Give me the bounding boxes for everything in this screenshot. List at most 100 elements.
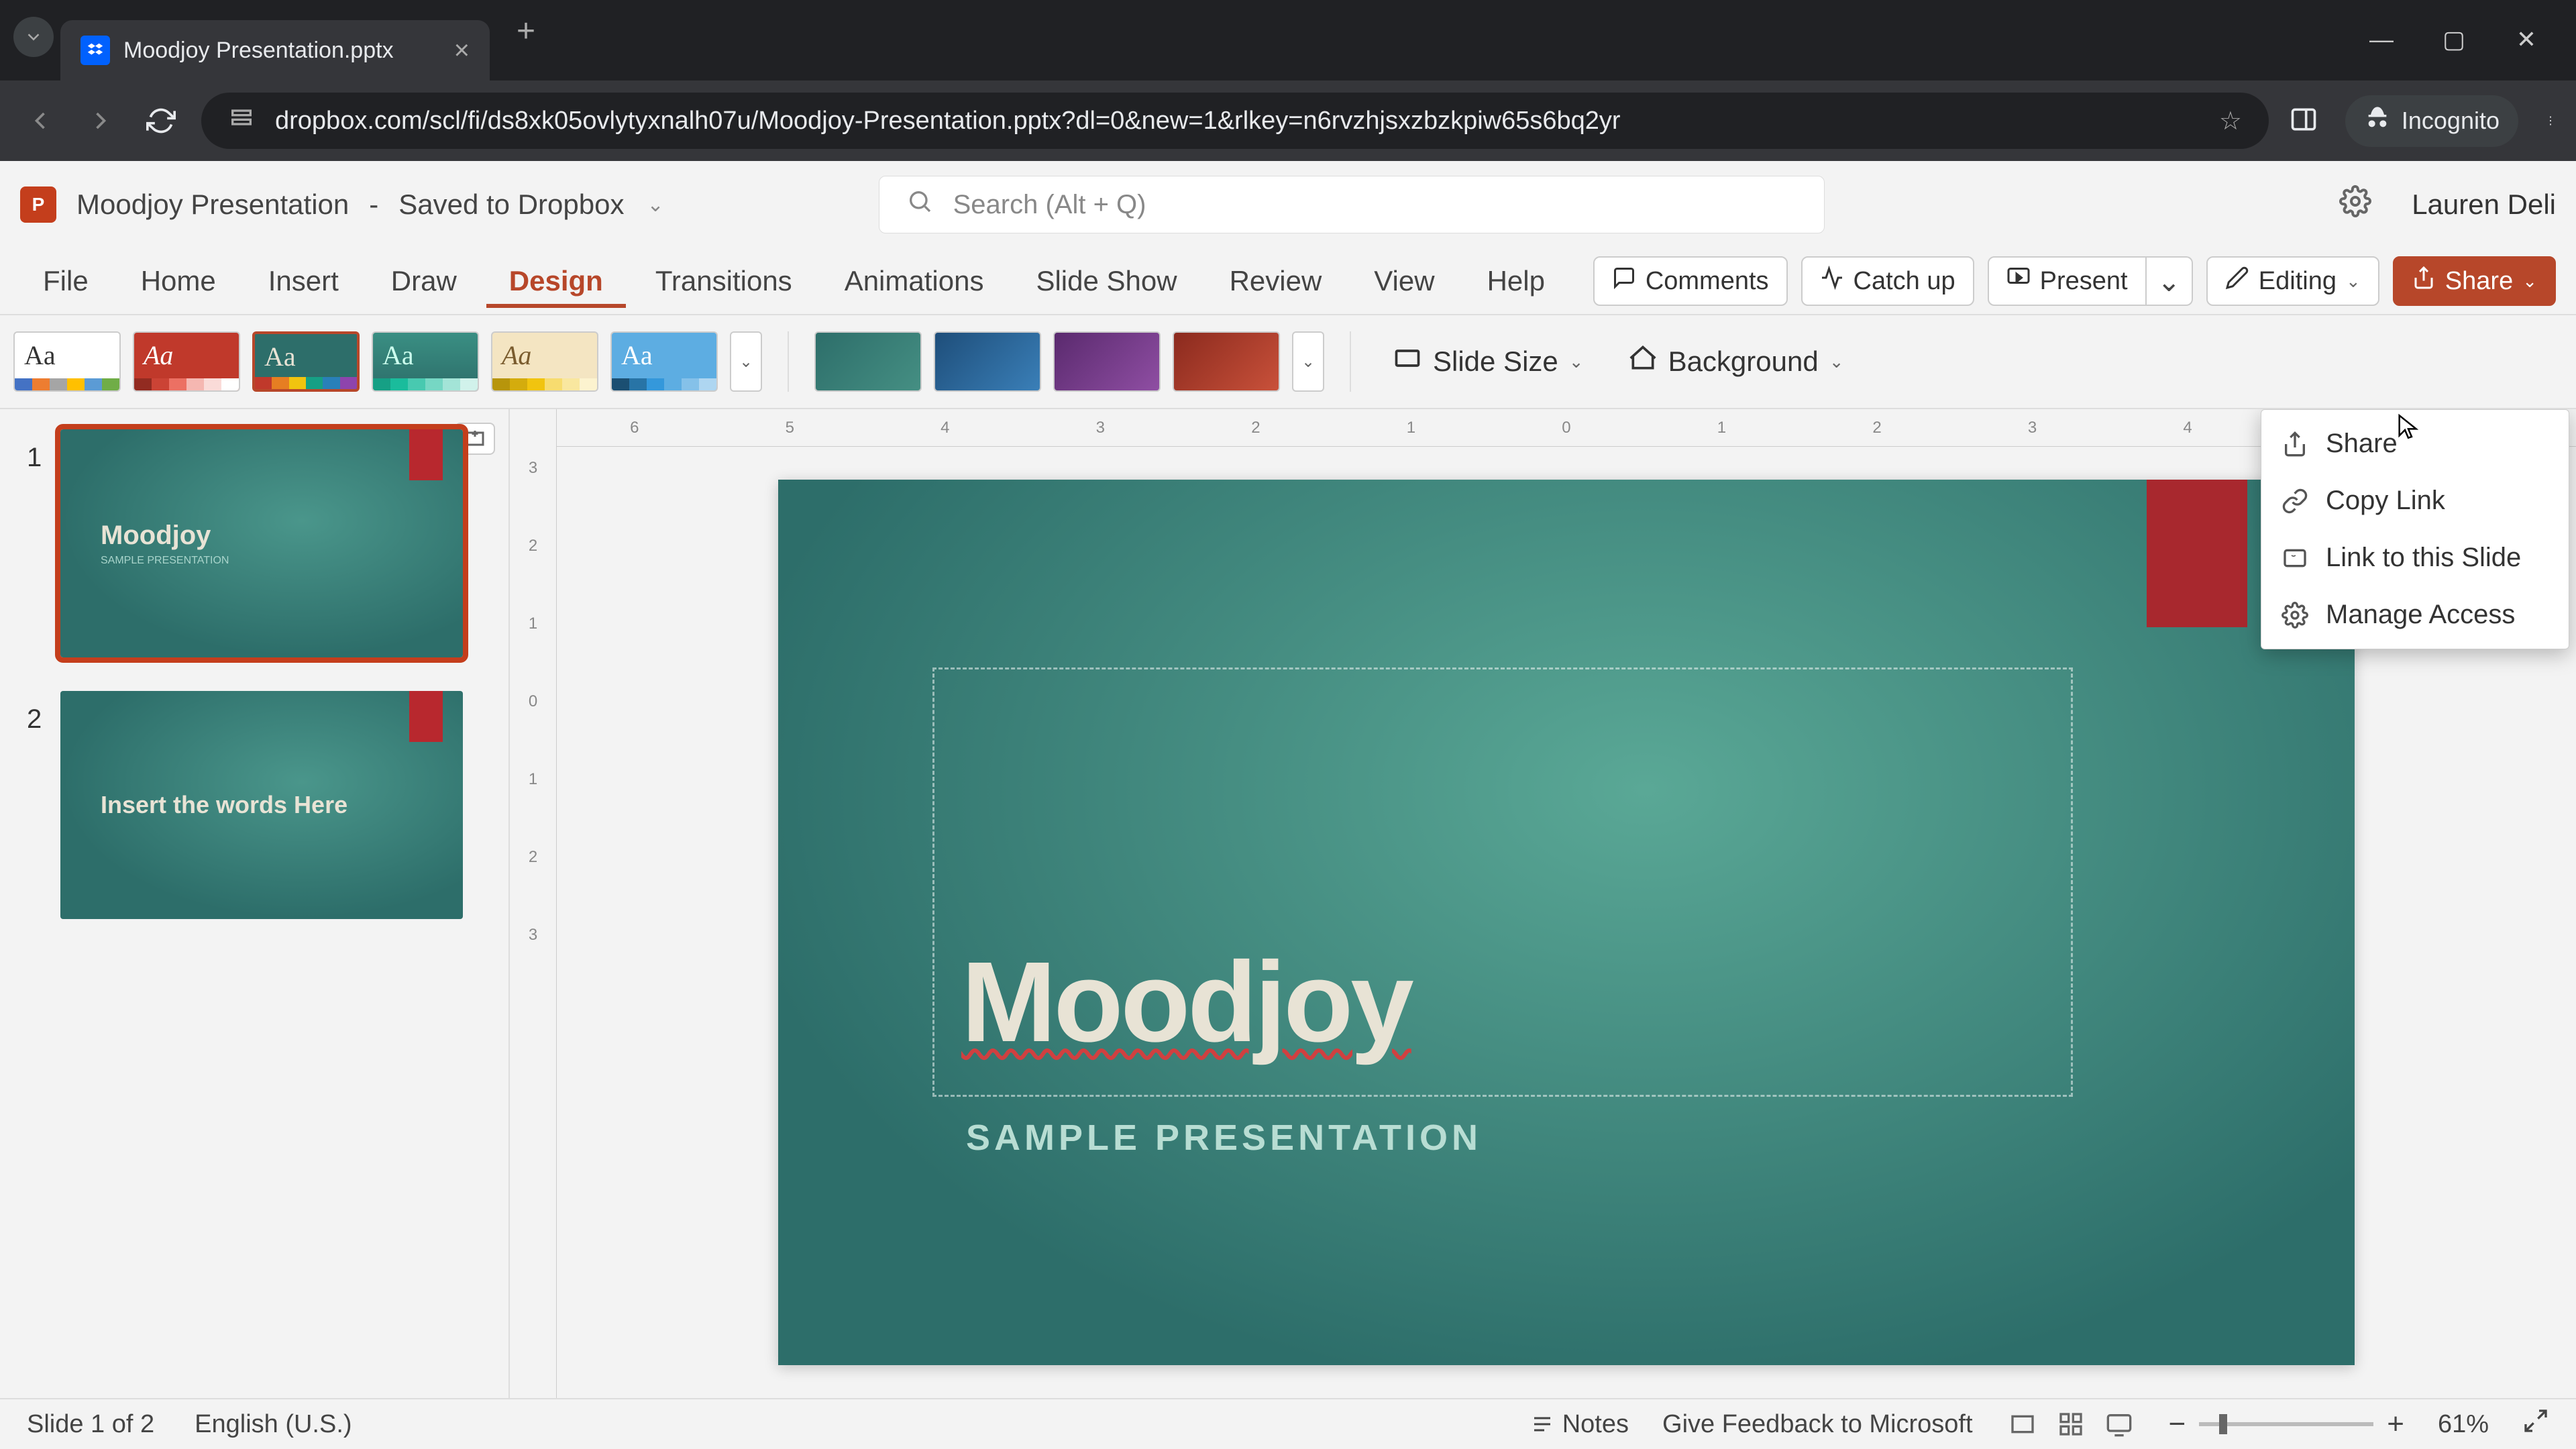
share-menu-manage-access[interactable]: Manage Access [2261,586,2569,643]
variant-swatch-3[interactable] [1053,331,1161,392]
design-toolbar: Aa Aa Aa Aa Aa Aa ⌄ ⌄ [0,315,2576,409]
new-tab-button[interactable]: + [517,13,535,50]
theme-swatch-4[interactable]: Aa [372,331,479,392]
chevron-down-icon: ⌄ [1829,352,1844,372]
editing-label: Editing [2259,267,2337,296]
tab-view[interactable]: View [1351,254,1457,308]
tab-strip: Moodjoy Presentation.pptx × + [0,0,535,80]
comments-button[interactable]: Comments [1593,256,1788,306]
search-tabs-button[interactable] [13,17,54,57]
thumb-subtitle: SAMPLE PRESENTATION [101,555,463,567]
url-box[interactable]: dropbox.com/scl/fi/ds8xk05ovlytyxnalh07u… [201,93,2269,149]
title-separator: - [369,189,378,221]
notes-label: Notes [1562,1410,1629,1439]
title-text-frame[interactable]: Moodjoy [932,667,2073,1097]
powerpoint-app: P Moodjoy Presentation - Saved to Dropbo… [0,161,2576,1449]
tab-file[interactable]: File [20,254,111,308]
tab-review[interactable]: Review [1207,254,1345,308]
share-menu-label: Copy Link [2326,486,2445,516]
close-tab-button[interactable]: × [454,36,470,66]
variant-swatch-4[interactable] [1173,331,1280,392]
tab-help[interactable]: Help [1464,254,1568,308]
share-button[interactable]: Share ⌄ [2393,256,2556,306]
mouse-cursor-icon [2395,413,2422,447]
catch-up-button[interactable]: Catch up [1801,256,1974,306]
themes-expand-button[interactable]: ⌄ [730,331,762,392]
present-label: Present [2040,267,2128,296]
vertical-ruler: 3 2 1 0 1 2 3 [510,409,557,1398]
bookmark-icon[interactable]: ☆ [2219,106,2242,136]
slide-counter[interactable]: Slide 1 of 2 [27,1410,154,1439]
tab-animations[interactable]: Animations [822,254,1007,308]
tab-home[interactable]: Home [118,254,239,308]
browser-tab-strip: Moodjoy Presentation.pptx × + — ▢ ✕ [0,0,2576,80]
browser-menu-icon[interactable]: ⋮ [2545,114,2556,127]
variant-swatch-1[interactable] [814,331,922,392]
share-menu-label: Manage Access [2326,600,2515,630]
share-icon [2412,266,2436,297]
zoom-slider-thumb[interactable] [2219,1414,2227,1434]
slide-accent-shape[interactable] [2147,480,2247,627]
background-button[interactable]: Background ⌄ [1612,335,1860,388]
slide-title-text[interactable]: Moodjoy [961,936,2044,1068]
theme-swatch-2[interactable]: Aa [133,331,240,392]
browser-tab[interactable]: Moodjoy Presentation.pptx × [60,20,490,80]
title-chevron-icon[interactable]: ⌄ [647,193,663,217]
notes-toggle[interactable]: Notes [1530,1410,1629,1439]
slide-size-button[interactable]: Slide Size ⌄ [1377,335,1600,388]
theme-swatch-6[interactable]: Aa [610,331,718,392]
share-menu-label: Share [2326,429,2398,459]
background-icon [1628,343,1658,380]
ruler-tick: 3 [529,896,537,974]
theme-swatch-selected[interactable]: Aa [252,331,360,392]
tab-insert[interactable]: Insert [246,254,362,308]
side-panel-icon[interactable] [2289,105,2318,138]
slide-size-icon [1393,343,1422,380]
maximize-button[interactable]: ▢ [2438,25,2470,54]
share-menu-copy-link[interactable]: Copy Link [2261,472,2569,529]
slide-subtitle-text[interactable]: SAMPLE PRESENTATION [966,1117,1482,1159]
share-menu-link-to-slide[interactable]: Link to this Slide [2261,529,2569,586]
tab-draw[interactable]: Draw [368,254,480,308]
editing-mode-button[interactable]: Editing ⌄ [2206,256,2379,306]
variant-swatch-2[interactable] [934,331,1041,392]
present-button[interactable]: Present ⌄ [1988,256,2193,306]
zoom-slider-track[interactable] [2199,1422,2373,1426]
back-button[interactable] [20,101,60,141]
present-chevron[interactable]: ⌄ [2147,256,2193,306]
powerpoint-logo-icon[interactable]: P [20,186,56,223]
fit-to-window-icon[interactable] [2522,1407,2549,1441]
zoom-in-button[interactable]: + [2387,1407,2404,1441]
reading-view-icon[interactable] [2103,1411,2135,1438]
reload-button[interactable] [141,101,181,141]
tab-slide-show[interactable]: Slide Show [1013,254,1199,308]
variants-expand-button[interactable]: ⌄ [1292,331,1324,392]
language-status[interactable]: English (U.S.) [195,1410,352,1439]
sorter-view-icon[interactable] [2055,1411,2087,1438]
settings-gear-icon[interactable] [2339,185,2371,224]
incognito-badge[interactable]: Incognito [2345,95,2518,147]
ruler-tick: 4 [886,419,1004,437]
tab-transitions[interactable]: Transitions [633,254,815,308]
minimize-button[interactable]: — [2365,25,2398,54]
theme-swatch-1[interactable]: Aa [13,331,121,392]
feedback-link[interactable]: Give Feedback to Microsoft [1662,1410,1973,1439]
search-input[interactable]: Search (Alt + Q) [879,176,1825,233]
document-name[interactable]: Moodjoy Presentation [76,189,349,221]
site-info-icon[interactable] [228,104,255,138]
slide-thumbnail-2[interactable]: Insert the words Here [60,691,463,919]
zoom-level[interactable]: 61% [2438,1410,2489,1439]
accent-shape [409,429,443,480]
share-label: Share [2445,267,2513,296]
tab-design[interactable]: Design [486,254,626,308]
user-name[interactable]: Lauren Deli [2412,189,2556,221]
slide-canvas[interactable]: Moodjoy SAMPLE PRESENTATION [778,480,2355,1365]
normal-view-icon[interactable] [2006,1411,2039,1438]
window-controls: — ▢ ✕ [2365,25,2576,80]
zoom-out-button[interactable]: − [2169,1407,2186,1441]
forward-button [80,101,121,141]
close-window-button[interactable]: ✕ [2510,25,2542,54]
slide-thumbnail-1[interactable]: Moodjoy SAMPLE PRESENTATION [60,429,463,657]
ruler-tick: 4 [2129,419,2247,437]
theme-swatch-5[interactable]: Aa [491,331,598,392]
